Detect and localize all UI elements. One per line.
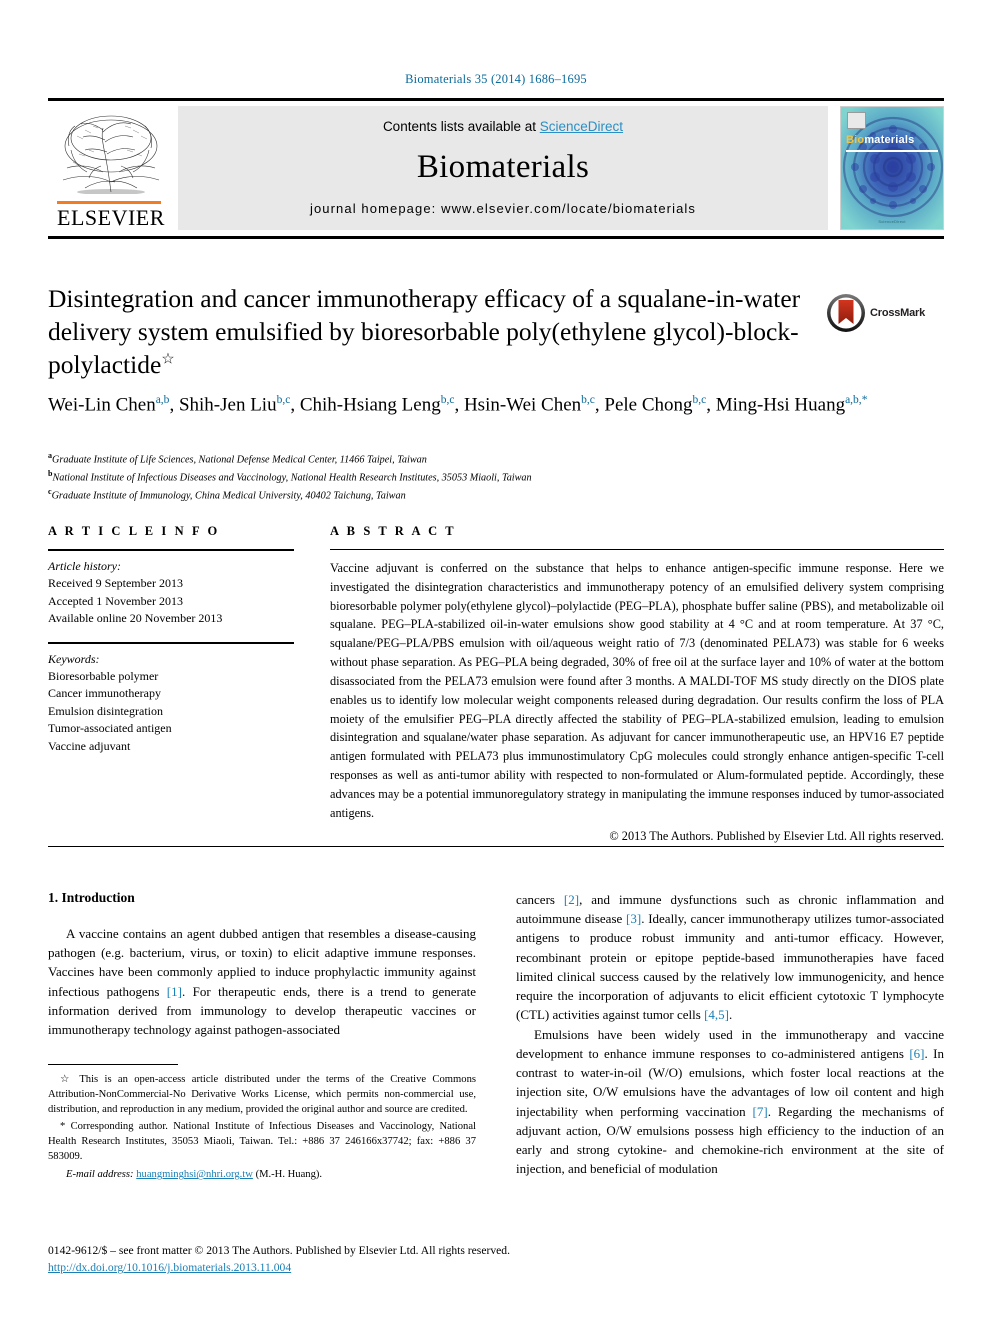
article-info-rule bbox=[48, 549, 294, 551]
keyword-item: Bioresorbable polymer bbox=[48, 668, 159, 683]
keyword-item: Vaccine adjuvant bbox=[48, 738, 131, 753]
title-block: Disintegration and cancer immunotherapy … bbox=[48, 282, 808, 381]
intro-p2-pre: Emulsions have been widely used in the i… bbox=[516, 1026, 944, 1061]
footnote-email-line: E-mail address: huangminghsi@nhri.org.tw… bbox=[48, 1167, 476, 1182]
abstract-copyright: © 2013 The Authors. Published by Elsevie… bbox=[609, 829, 944, 844]
crossmark-label: CrossMark bbox=[870, 307, 926, 319]
contents-available-line: Contents lists available at ScienceDirec… bbox=[383, 119, 623, 134]
article-info-heading: A R T I C L E I N F O bbox=[48, 524, 220, 538]
body-column-right: cancers [2], and immune dysfunctions suc… bbox=[516, 890, 944, 1179]
abstract-bottom-divider bbox=[48, 846, 944, 847]
crossmark-badge[interactable]: CrossMark bbox=[826, 290, 938, 336]
issn-copyright-line: 0142-9612/$ – see front matter © 2013 Th… bbox=[48, 1244, 510, 1257]
email-suffix: (M.-H. Huang). bbox=[255, 1169, 323, 1181]
journal-cover-thumbnail[interactable]: Biomaterials ScienceDirect bbox=[840, 106, 944, 230]
affiliation-item: bNational Institute of Infectious Diseas… bbox=[48, 468, 532, 484]
crossmark-icon[interactable] bbox=[826, 293, 866, 333]
abstract-panel: A B S T R A C T Vaccine adjuvant is conf… bbox=[330, 524, 944, 844]
citation-ref-6[interactable]: [6] bbox=[909, 1046, 924, 1061]
citation-ref-4-5[interactable]: [4,5] bbox=[704, 1007, 729, 1022]
abstract-text: Vaccine adjuvant is conferred on the sub… bbox=[330, 561, 944, 820]
footnote-open-access-mark: ☆ bbox=[60, 1074, 74, 1085]
keywords-label: Keywords: bbox=[48, 651, 100, 666]
sciencedirect-link[interactable]: ScienceDirect bbox=[540, 119, 623, 134]
article-info-panel: A R T I C L E I N F O Article history: R… bbox=[48, 524, 294, 755]
footnote-open-access: ☆ This is an open-access article distrib… bbox=[48, 1072, 476, 1117]
keywords-block: Keywords: Bioresorbable polymer Cancer i… bbox=[48, 641, 294, 755]
abstract-rule bbox=[330, 549, 944, 550]
intro-paragraph-1-continued: cancers [2], and immune dysfunctions suc… bbox=[516, 890, 944, 1025]
cover-underline bbox=[846, 150, 938, 152]
journal-homepage-line[interactable]: journal homepage: www.elsevier.com/locat… bbox=[310, 201, 696, 216]
footnote-corresponding-author: * Corresponding author. National Institu… bbox=[48, 1119, 476, 1164]
intro-paragraph-2: Emulsions have been widely used in the i… bbox=[516, 1025, 944, 1179]
running-head: Biomaterials 35 (2014) 1686–1695 bbox=[405, 72, 587, 86]
doi-link[interactable]: http://dx.doi.org/10.1016/j.biomaterials… bbox=[48, 1261, 291, 1274]
elsevier-logo: ELSEVIER bbox=[48, 106, 178, 230]
section-heading-introduction: 1. Introduction bbox=[48, 890, 135, 905]
cover-publisher-badge bbox=[847, 112, 866, 129]
journal-header: ELSEVIER Contents lists available at Sci… bbox=[48, 98, 944, 239]
article-history-received: Received 9 September 2013 bbox=[48, 576, 183, 591]
article-history-accepted: Accepted 1 November 2013 bbox=[48, 593, 183, 608]
article-history-label: Article history: bbox=[48, 559, 121, 573]
cover-title-bio: Bio bbox=[846, 134, 865, 146]
intro-p1c-post: . Ideally, cancer immunotherapy utilizes… bbox=[516, 911, 944, 1023]
intro-p1c-end: . bbox=[729, 1007, 733, 1023]
contents-prefix: Contents lists available at bbox=[382, 119, 540, 134]
title-footnote-mark[interactable]: ☆ bbox=[161, 352, 174, 368]
keyword-item: Emulsion disintegration bbox=[48, 703, 163, 718]
footnote-corresponding-text: Corresponding author. National Institute… bbox=[48, 1121, 476, 1163]
elsevier-tree-icon bbox=[55, 106, 167, 194]
affiliation-item: cGraduate Institute of Immunology, China… bbox=[48, 486, 406, 502]
citation-ref-7[interactable]: [7] bbox=[753, 1104, 768, 1119]
footnote-open-access-text: This is an open-access article distribut… bbox=[48, 1074, 476, 1116]
intro-p1c-pre: cancers bbox=[516, 892, 564, 907]
page-footer: 0142-9612/$ – see front matter © 2013 Th… bbox=[48, 1242, 944, 1277]
header-bottom-rule bbox=[48, 236, 944, 239]
citation-ref-1[interactable]: [1] bbox=[167, 984, 182, 999]
keywords-rule bbox=[48, 641, 294, 644]
cover-title-rest: materials bbox=[864, 134, 915, 146]
citation-ref-3[interactable]: [3] bbox=[626, 911, 641, 926]
paper-page: Biomaterials 35 (2014) 1686–1695 ELSEVIE… bbox=[0, 0, 992, 1323]
journal-header-band: Contents lists available at ScienceDirec… bbox=[178, 106, 828, 230]
citation-ref-2[interactable]: [2] bbox=[564, 892, 579, 907]
email-label: E-mail address: bbox=[66, 1169, 134, 1181]
affiliation-mark: b bbox=[48, 468, 53, 478]
keyword-item: Tumor-associated antigen bbox=[48, 721, 172, 736]
body-column-left: 1. Introduction A vaccine contains an ag… bbox=[48, 890, 476, 1039]
intro-paragraph-1: A vaccine contains an agent dubbed antig… bbox=[48, 924, 476, 1039]
affiliation-item: aGraduate Institute of Life Sciences, Na… bbox=[48, 451, 427, 466]
email-link[interactable]: huangminghsi@nhri.org.tw bbox=[136, 1169, 253, 1180]
elsevier-orange-rule bbox=[57, 201, 162, 204]
keyword-item: Cancer immunotherapy bbox=[48, 686, 161, 701]
footnotes-block: ☆ This is an open-access article distrib… bbox=[48, 1064, 476, 1182]
journal-title: Biomaterials bbox=[416, 149, 590, 185]
article-title: Disintegration and cancer immunotherapy … bbox=[48, 282, 808, 381]
affiliation-mark: c bbox=[48, 486, 52, 496]
article-history-online: Available online 20 November 2013 bbox=[48, 611, 223, 626]
author-list: Wei-Lin Chena,b, Shih-Jen Liub,c, Chih-H… bbox=[48, 394, 868, 416]
abstract-heading: A B S T R A C T bbox=[330, 524, 457, 538]
affiliation-mark: a bbox=[48, 451, 52, 460]
cover-footer-text: ScienceDirect bbox=[878, 219, 906, 224]
affiliation-list: aGraduate Institute of Life Sciences, Na… bbox=[48, 450, 938, 504]
footnote-rule bbox=[48, 1064, 178, 1065]
cover-journal-title: Biomaterials bbox=[846, 134, 914, 146]
elsevier-wordmark: ELSEVIER bbox=[57, 205, 165, 230]
header-top-rule bbox=[48, 98, 944, 101]
